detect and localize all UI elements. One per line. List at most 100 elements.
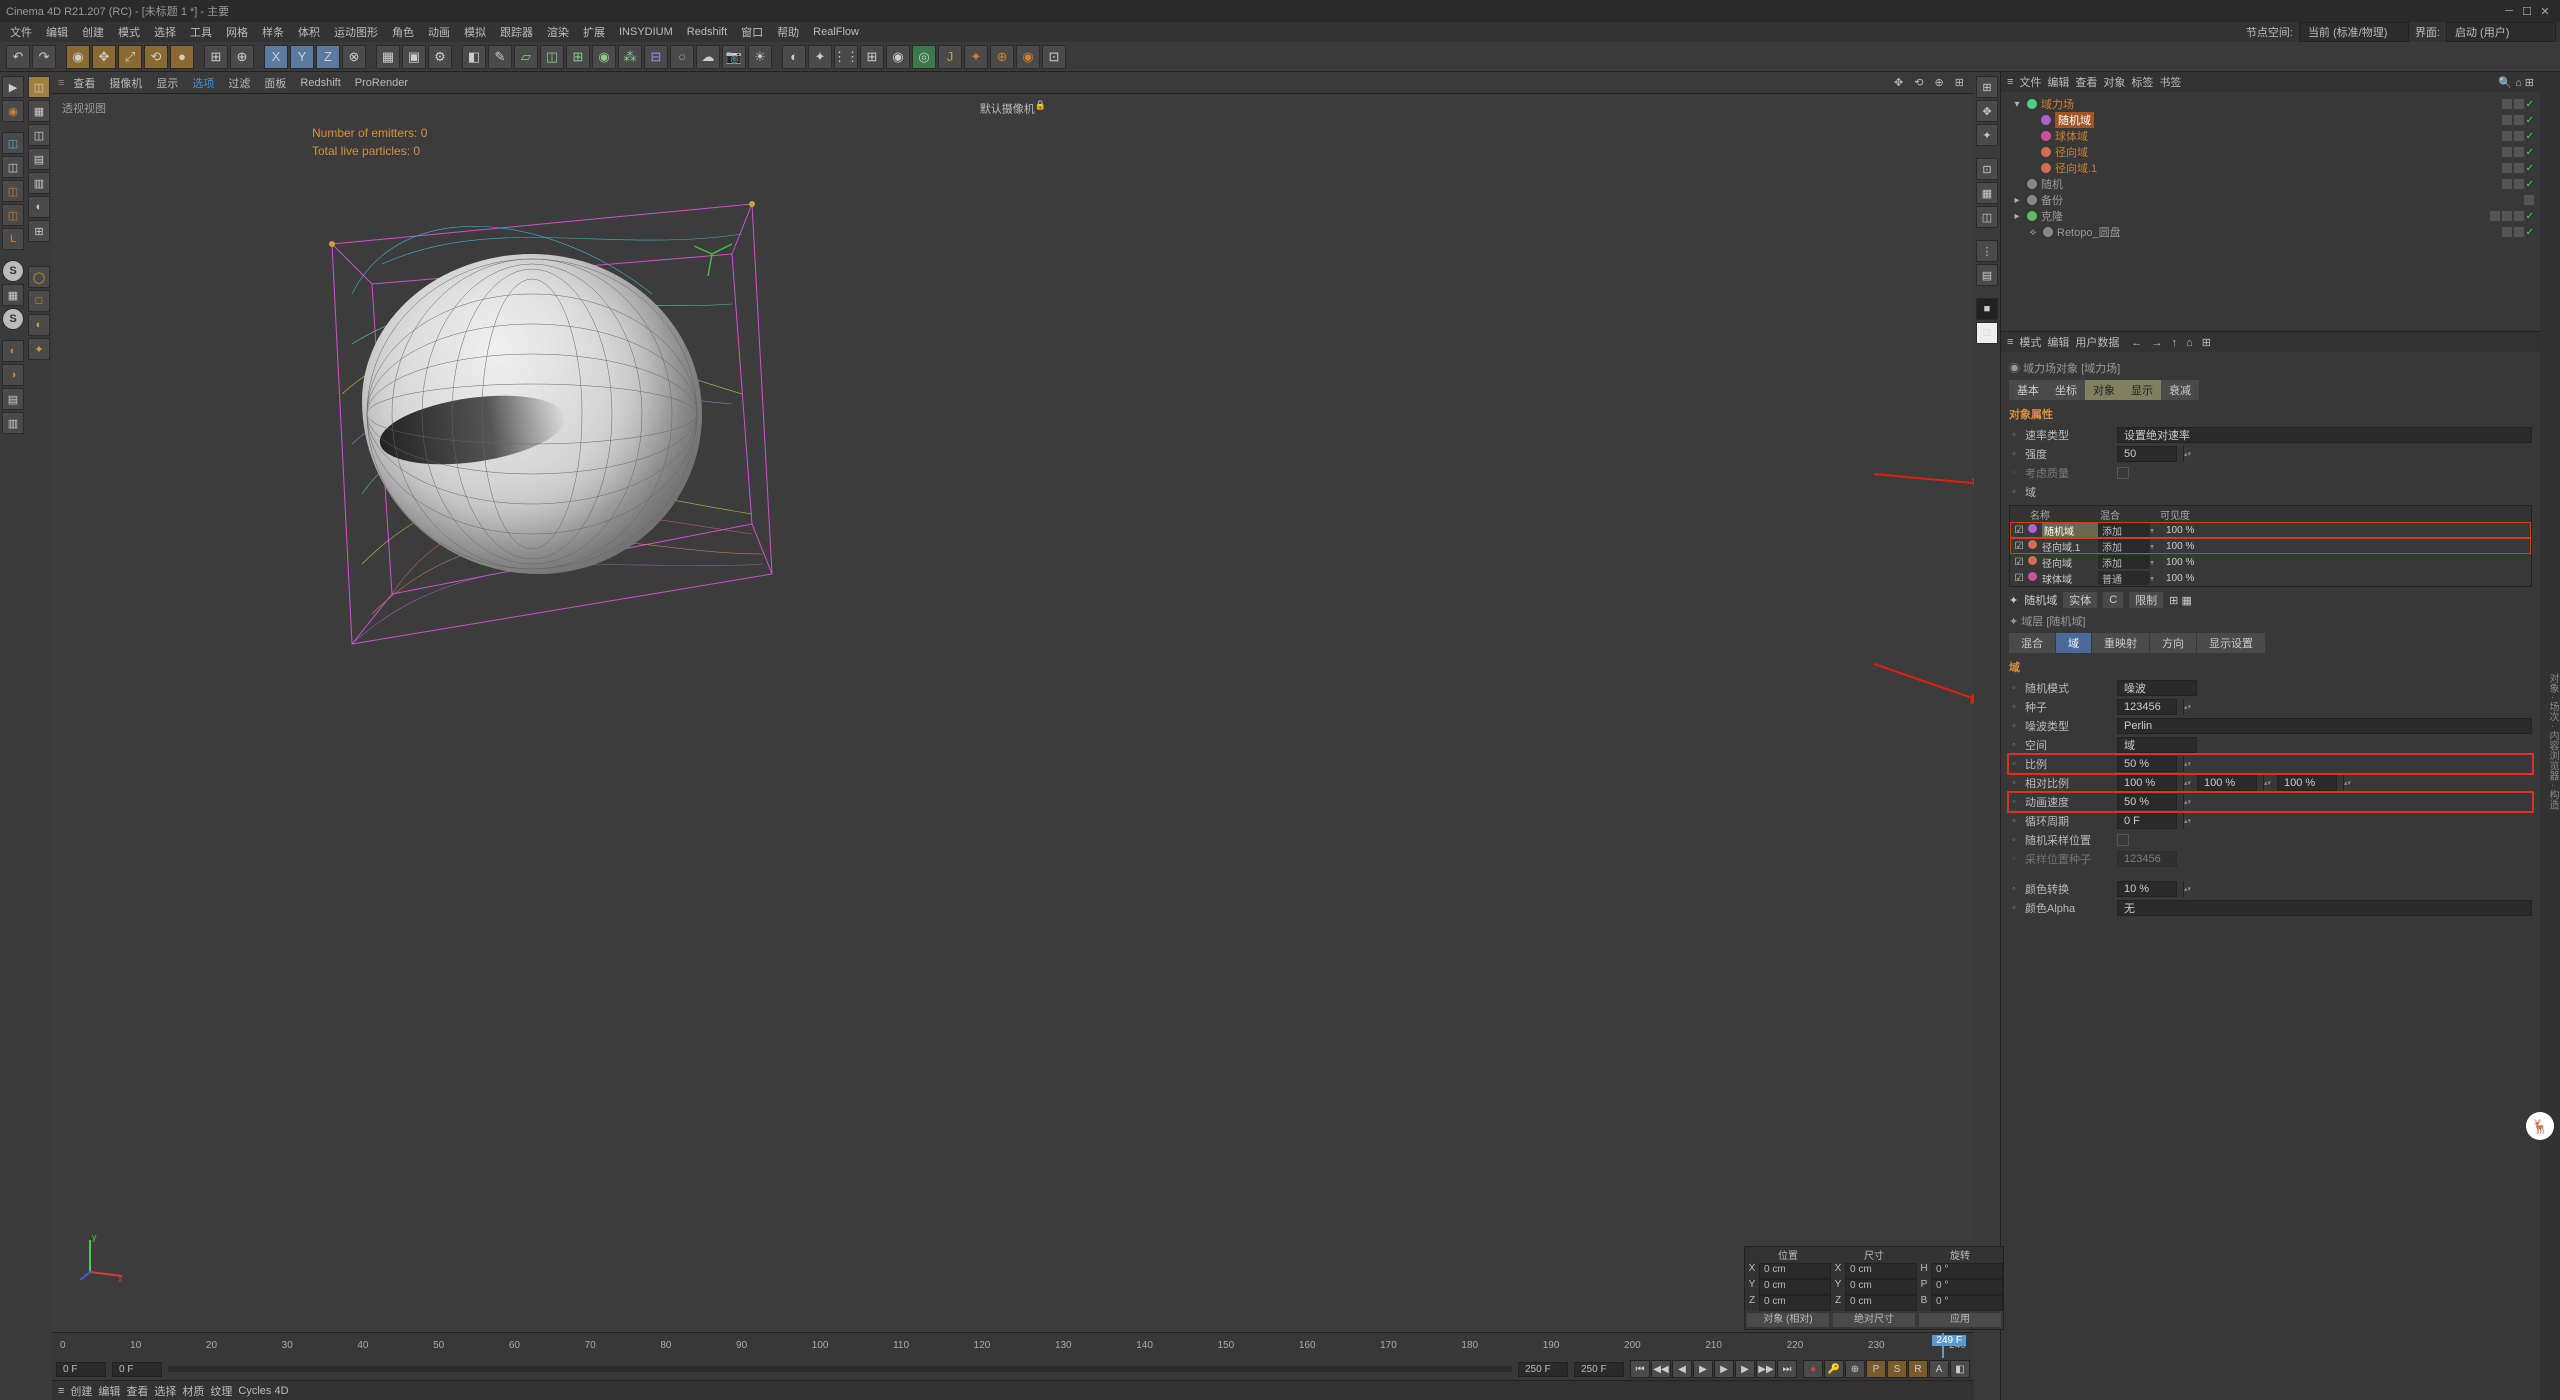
- am-edit[interactable]: 编辑: [2047, 334, 2069, 350]
- light-icon[interactable]: ☀: [748, 45, 772, 69]
- tool4-icon[interactable]: ⊞: [860, 45, 884, 69]
- tree-row[interactable]: 随机✓: [2007, 176, 2534, 192]
- array-icon[interactable]: ⊞: [566, 45, 590, 69]
- side10-icon[interactable]: □: [1976, 322, 1998, 344]
- chip-limit[interactable]: 限制: [2129, 592, 2163, 608]
- tab-object[interactable]: 对象: [2085, 380, 2123, 400]
- tree-row[interactable]: 径向域.1✓: [2007, 160, 2534, 176]
- frame-end-display[interactable]: 250 F: [1574, 1362, 1624, 1377]
- keymode5-icon[interactable]: ◧: [1950, 1360, 1970, 1378]
- keymode1-icon[interactable]: P: [1866, 1360, 1886, 1378]
- prev-key-button[interactable]: ◀◀: [1651, 1360, 1671, 1378]
- anim-speed-input[interactable]: 50 %: [2117, 794, 2177, 810]
- next-key-button[interactable]: ▶▶: [1756, 1360, 1776, 1378]
- menu-create[interactable]: 创建: [76, 23, 110, 41]
- menu-spline[interactable]: 样条: [256, 23, 290, 41]
- tree-row[interactable]: ⟡Retopo_圆盘✓: [2007, 224, 2534, 240]
- play-back-button[interactable]: ▶: [1693, 1360, 1713, 1378]
- goto-start-button[interactable]: ⏮: [1630, 1360, 1650, 1378]
- field-row[interactable]: ☑随机域添加▾100 %: [2010, 522, 2531, 538]
- object-tree[interactable]: ▾域力场✓随机域✓球体域✓径向域✓径向域.1✓随机✓▸备份▸克隆✓⟡Retopo…: [2001, 92, 2540, 331]
- mat-create[interactable]: 创建: [70, 1383, 92, 1399]
- menu-tools[interactable]: 工具: [184, 23, 218, 41]
- tree-row[interactable]: 球体域✓: [2007, 128, 2534, 144]
- menu-realflow[interactable]: RealFlow: [807, 25, 865, 39]
- workplane3-icon[interactable]: ▤: [2, 388, 24, 410]
- pen-tool-icon[interactable]: ✎: [488, 45, 512, 69]
- om-tags[interactable]: 标签: [2131, 74, 2153, 90]
- poly-tool5-icon[interactable]: ▥: [28, 172, 50, 194]
- workplane1-icon[interactable]: ◐: [2, 340, 24, 362]
- vp-panel[interactable]: 面板: [259, 74, 291, 92]
- menu-window[interactable]: 窗口: [735, 23, 769, 41]
- frame-start-input[interactable]: 0 F: [112, 1362, 162, 1377]
- strength-input[interactable]: 50: [2117, 446, 2177, 462]
- space-dropdown[interactable]: 域: [2117, 737, 2197, 753]
- om-objects[interactable]: 对象: [2103, 74, 2125, 90]
- viewport-3d[interactable]: 透视视图 默认摄像机🔒 Number of emitters: 0 Total …: [52, 94, 1974, 1332]
- select-tool[interactable]: ◉: [66, 45, 90, 69]
- chip-c[interactable]: C: [2103, 592, 2123, 608]
- poly-tool3-icon[interactable]: ◫: [28, 124, 50, 146]
- tool5-icon[interactable]: ◉: [886, 45, 910, 69]
- sel-tool1-icon[interactable]: ◯: [28, 266, 50, 288]
- tree-row[interactable]: ▸备份: [2007, 192, 2534, 208]
- tool1-icon[interactable]: ◐: [782, 45, 806, 69]
- color-alpha-dropdown[interactable]: 无: [2117, 900, 2532, 916]
- render-view-button[interactable]: ▦: [376, 45, 400, 69]
- prev-frame-button[interactable]: ◀: [1672, 1360, 1692, 1378]
- world-axis-icon[interactable]: ⊗: [342, 45, 366, 69]
- menu-character[interactable]: 角色: [386, 23, 420, 41]
- relscale-x[interactable]: 100 %: [2117, 775, 2177, 791]
- rate-type-dropdown[interactable]: 设置绝对速率: [2117, 427, 2532, 443]
- recent-tool[interactable]: ●: [170, 45, 194, 69]
- menu-simulate[interactable]: 模拟: [458, 23, 492, 41]
- tool9-icon[interactable]: ⊕: [990, 45, 1014, 69]
- field-row[interactable]: ☑径向域.1添加▾100 %: [2010, 538, 2531, 554]
- vp-prorender[interactable]: ProRender: [350, 76, 413, 90]
- tool7-icon[interactable]: J: [938, 45, 962, 69]
- tool10-icon[interactable]: ◉: [1016, 45, 1040, 69]
- model-mode-icon[interactable]: ▶: [2, 76, 24, 98]
- nav-icons[interactable]: ✥ ⟲ ⊕ ⊞: [1894, 76, 1968, 89]
- mat-cycles[interactable]: Cycles 4D: [238, 1385, 288, 1397]
- mat-view[interactable]: 查看: [126, 1383, 148, 1399]
- relscale-z[interactable]: 100 %: [2277, 775, 2337, 791]
- poly-tool7-icon[interactable]: ⊞: [28, 220, 50, 242]
- menu-file[interactable]: 文件: [4, 23, 38, 41]
- seed-input[interactable]: 123456: [2117, 699, 2177, 715]
- vp-redshift[interactable]: Redshift: [295, 76, 345, 90]
- workplane2-icon[interactable]: ◑: [2, 364, 24, 386]
- side8-icon[interactable]: ▤: [1976, 264, 1998, 286]
- noise-type-dropdown[interactable]: Perlin: [2117, 718, 2532, 734]
- snap2-icon[interactable]: ▦: [2, 284, 24, 306]
- timeline-ruler[interactable]: 0102030405060708090100110120130140150160…: [52, 1332, 1974, 1358]
- snap3-icon[interactable]: S: [2, 308, 24, 330]
- subdivision-icon[interactable]: ◫: [540, 45, 564, 69]
- move-tool[interactable]: ✥: [92, 45, 116, 69]
- tool8-icon[interactable]: ✦: [964, 45, 988, 69]
- tree-row[interactable]: 随机域✓: [2007, 112, 2534, 128]
- mat-edit[interactable]: 编辑: [98, 1383, 120, 1399]
- side7-icon[interactable]: ⋮: [1976, 240, 1998, 262]
- lock-xy-icon[interactable]: ⊞: [204, 45, 228, 69]
- axis-mode-icon[interactable]: ◫: [2, 156, 24, 178]
- side3-icon[interactable]: ✦: [1976, 124, 1998, 146]
- subtab-field[interactable]: 域: [2056, 633, 2091, 653]
- play-button[interactable]: ▶: [1714, 1360, 1734, 1378]
- relscale-y[interactable]: 100 %: [2197, 775, 2257, 791]
- field-icon[interactable]: ○: [670, 45, 694, 69]
- am-mode[interactable]: 模式: [2019, 334, 2041, 350]
- undo-button[interactable]: ↶: [6, 45, 30, 69]
- menu-render[interactable]: 渲染: [541, 23, 575, 41]
- coord-system-icon[interactable]: ⊕: [230, 45, 254, 69]
- om-file[interactable]: 文件: [2019, 74, 2041, 90]
- chip-extra-icon[interactable]: ⊞ ▦: [2169, 594, 2192, 607]
- tool3-icon[interactable]: ⋮⋮: [834, 45, 858, 69]
- keymode2-icon[interactable]: S: [1887, 1360, 1907, 1378]
- render-settings-button[interactable]: ⚙: [428, 45, 452, 69]
- close-icon[interactable]: ✕: [2536, 5, 2554, 18]
- goto-end-button[interactable]: ⏭: [1777, 1360, 1797, 1378]
- playhead-frame[interactable]: 249 F: [1932, 1335, 1966, 1346]
- menu-redshift[interactable]: Redshift: [681, 25, 733, 39]
